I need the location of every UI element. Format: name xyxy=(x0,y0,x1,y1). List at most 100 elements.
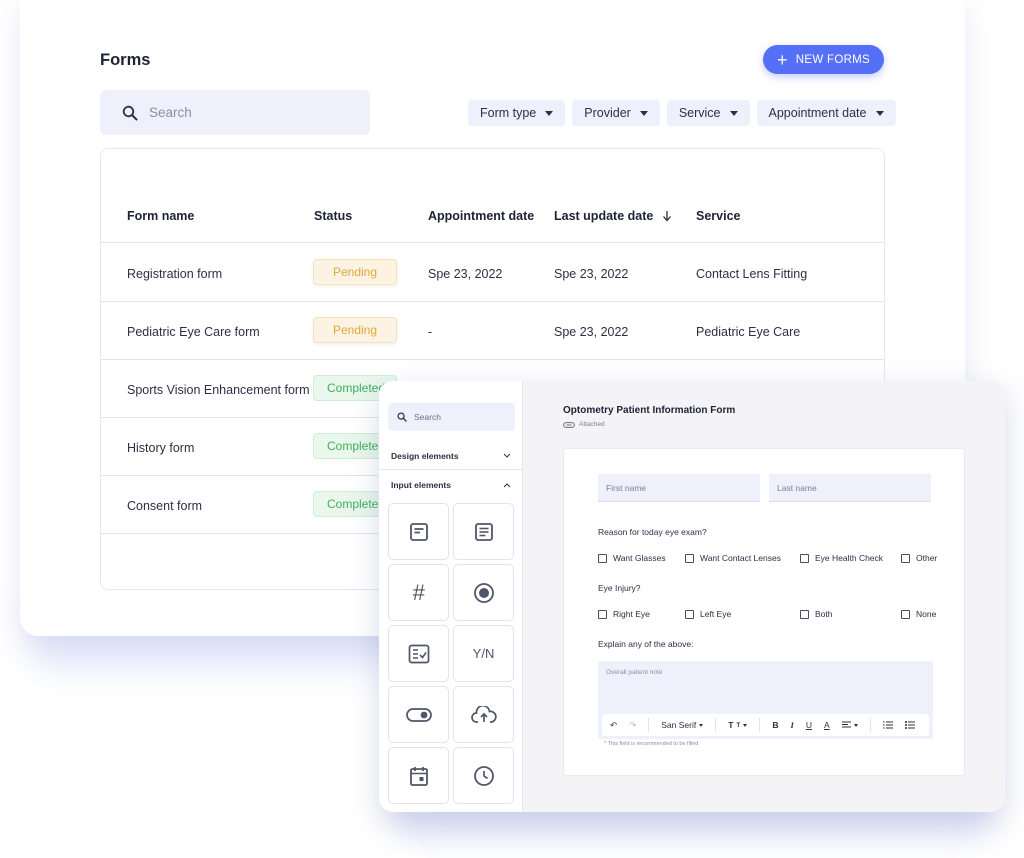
tile-time[interactable] xyxy=(453,747,514,804)
tile-toggle[interactable] xyxy=(388,686,449,743)
tile-calendar[interactable] xyxy=(388,747,449,804)
section-label: Input elements xyxy=(391,480,451,490)
section-design-elements[interactable]: Design elements xyxy=(379,442,523,470)
upload-icon xyxy=(470,705,497,723)
text-size-icon[interactable]: TT xyxy=(728,720,748,730)
note-placeholder: Overall patient note xyxy=(606,669,663,676)
section-input-elements[interactable]: Input elements xyxy=(379,471,523,499)
caret-down-icon xyxy=(699,723,704,727)
option-label: Both xyxy=(815,609,833,619)
undo-icon[interactable]: ↶ xyxy=(610,720,617,731)
filter-label: Appointment date xyxy=(768,106,867,120)
align-icon[interactable] xyxy=(841,721,858,729)
new-forms-button[interactable]: + NEW FORMS xyxy=(763,45,884,74)
option-label: Eye Health Check xyxy=(815,553,884,563)
column-form-name[interactable]: Form name xyxy=(127,209,194,223)
caret-down-icon xyxy=(853,723,858,727)
redo-icon[interactable]: ↷ xyxy=(629,720,636,731)
tile-number[interactable]: # xyxy=(388,564,449,621)
cell-appointment-date: Spe 23, 2022 xyxy=(428,267,503,281)
sort-down-arrow-icon xyxy=(663,211,672,222)
column-appointment-date[interactable]: Appointment date xyxy=(428,209,534,223)
checkbox-icon xyxy=(901,609,910,619)
form-preview: First name Last name Reason for today ey… xyxy=(563,448,965,776)
radio-icon xyxy=(473,582,494,603)
cell-appointment-date: - xyxy=(428,325,433,339)
option-want-glasses[interactable]: Want Glasses xyxy=(598,553,666,563)
font-select[interactable]: San Serif xyxy=(661,720,704,730)
question-eye-injury: Eye Injury? xyxy=(598,583,641,593)
divider xyxy=(869,718,871,732)
option-none[interactable]: None xyxy=(901,609,936,619)
option-want-contact-lenses[interactable]: Want Contact Lenses xyxy=(685,553,781,563)
attached-text: Attached xyxy=(579,421,605,428)
number-icon: # xyxy=(412,579,425,605)
option-label: Want Contact Lenses xyxy=(700,553,781,563)
tile-short-text[interactable] xyxy=(388,503,449,560)
tile-upload[interactable] xyxy=(453,686,514,743)
cell-form-name: Consent form xyxy=(127,499,203,513)
first-name-field[interactable]: First name xyxy=(598,474,760,502)
table-row[interactable]: Registration form Pending Spe 23, 2022 S… xyxy=(101,244,884,302)
option-label: Left Eye xyxy=(700,609,732,619)
last-name-field[interactable]: Last name xyxy=(769,474,931,502)
yes-no-icon: Y/N xyxy=(472,646,495,661)
italic-icon[interactable]: I xyxy=(791,720,794,730)
caret-down-icon xyxy=(545,110,554,116)
option-other[interactable]: Other xyxy=(901,553,937,563)
checkbox-icon xyxy=(685,609,694,619)
tile-long-text[interactable] xyxy=(453,503,514,560)
form-title: Optometry Patient Information Form xyxy=(563,405,736,416)
column-last-update-date[interactable]: Last update date xyxy=(554,209,672,223)
filter-form-type[interactable]: Form type xyxy=(468,100,566,126)
tile-radio[interactable] xyxy=(453,564,514,621)
cell-last-update: Spe 23, 2022 xyxy=(554,267,629,281)
option-eye-health-check[interactable]: Eye Health Check xyxy=(800,553,883,563)
checkbox-icon xyxy=(598,609,607,619)
input-element-tiles: # Y/N xyxy=(388,503,514,804)
option-label: Want Glasses xyxy=(613,553,666,563)
option-left-eye[interactable]: Left Eye xyxy=(685,609,731,619)
bold-icon[interactable]: B xyxy=(772,720,778,730)
filter-provider[interactable]: Provider xyxy=(572,100,660,126)
cell-form-name: Pediatric Eye Care form xyxy=(127,325,260,339)
search-icon xyxy=(122,105,138,120)
checkbox-icon xyxy=(800,553,809,563)
cell-service: Contact Lens Fitting xyxy=(696,267,808,281)
calendar-icon xyxy=(409,766,428,786)
text-color-icon[interactable]: A xyxy=(824,720,830,730)
chevron-down-icon xyxy=(503,453,511,458)
caret-down-icon xyxy=(639,110,648,116)
filter-service[interactable]: Service xyxy=(666,100,750,126)
cell-last-update: Spe 23, 2022 xyxy=(554,325,629,339)
caret-down-icon xyxy=(729,110,738,116)
chevron-up-icon xyxy=(503,482,511,487)
column-service[interactable]: Service xyxy=(696,209,740,223)
section-label: Design elements xyxy=(391,450,459,461)
tile-checklist[interactable] xyxy=(388,625,449,682)
underline-icon[interactable]: U xyxy=(806,720,812,730)
filter-label: Provider xyxy=(584,106,631,120)
checkbox-icon xyxy=(598,553,607,563)
search-input[interactable] xyxy=(149,105,329,120)
long-text-icon xyxy=(474,522,493,541)
builder-search-box[interactable] xyxy=(388,403,515,431)
rich-text-toolbar: ↶ ↷ San Serif TT B I U A xyxy=(602,714,929,736)
search-box[interactable] xyxy=(100,90,370,135)
checkbox-icon xyxy=(901,553,910,563)
option-label: Other xyxy=(916,553,938,563)
patient-note-editor[interactable]: Overall patient note ↶ ↷ San Serif TT B … xyxy=(598,661,933,739)
table-row[interactable]: Pediatric Eye Care form Pending - Spe 23… xyxy=(101,302,884,360)
filter-appointment-date[interactable]: Appointment date xyxy=(756,100,896,126)
tile-yes-no[interactable]: Y/N xyxy=(453,625,514,682)
builder-sidebar: Design elements Input elements # xyxy=(379,381,523,812)
checkbox-icon xyxy=(685,553,694,563)
option-right-eye[interactable]: Right Eye xyxy=(598,609,650,619)
option-both[interactable]: Both xyxy=(800,609,833,619)
column-status[interactable]: Status xyxy=(314,209,352,223)
builder-search-input[interactable] xyxy=(414,412,504,422)
attached-label[interactable]: Attached xyxy=(563,421,605,428)
filter-label: Form type xyxy=(480,106,537,120)
bullet-list-icon[interactable] xyxy=(904,721,915,729)
numbered-list-icon[interactable] xyxy=(882,721,893,729)
